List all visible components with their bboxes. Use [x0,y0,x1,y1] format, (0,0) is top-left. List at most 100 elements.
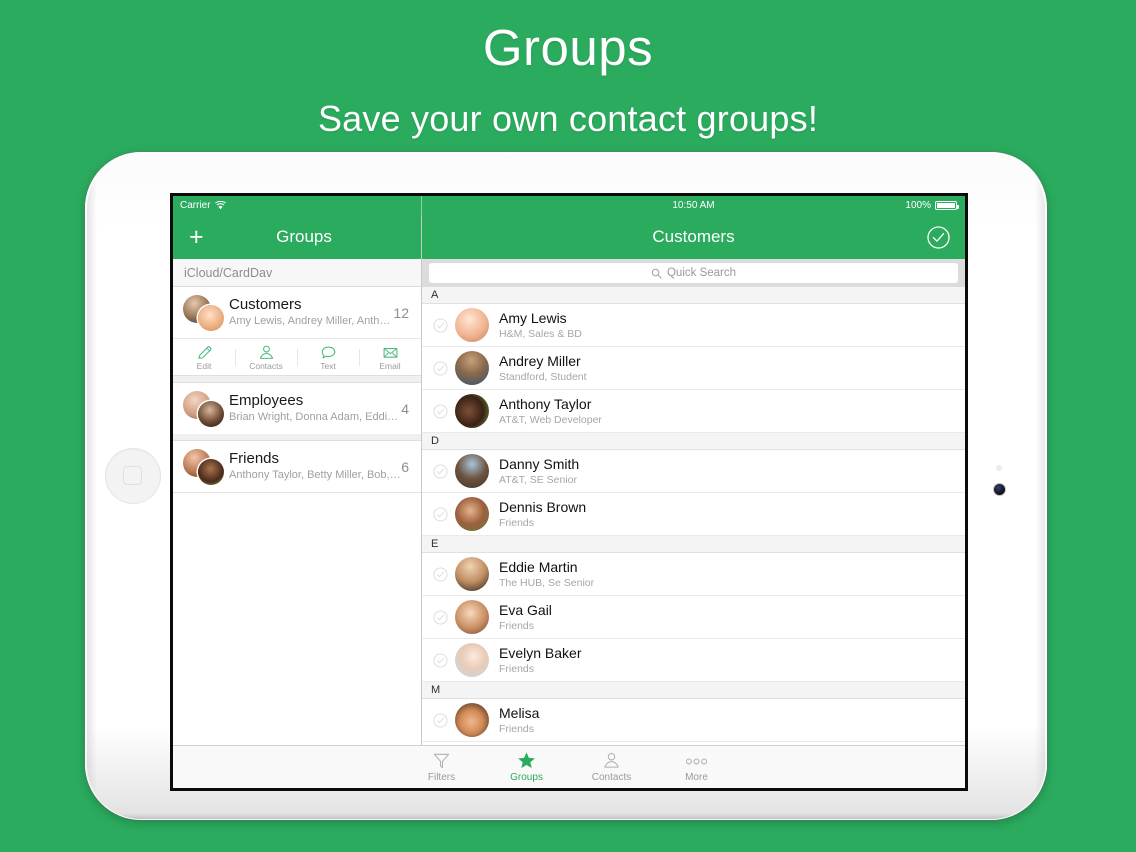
group-action-bar: Edit Contacts Text Email [173,338,421,376]
section-header-a: A [422,287,965,304]
status-bar-left: Carrier [173,196,422,215]
tab-bar: Filters Groups Contacts More [173,745,965,788]
contact-text: Andrey Miller Standford, Student [489,353,587,384]
tab-more[interactable]: More [654,751,739,783]
contact-row[interactable]: Danny Smith AT&T, SE Senior [422,450,965,493]
contact-select-checkbox[interactable] [429,652,452,668]
envelope-icon [382,344,399,361]
contacts-navbar: Customers [422,215,965,259]
section-header-e: E [422,536,965,553]
contact-subtitle: H&M, Sales & BD [499,327,582,340]
group-separator-band [173,434,421,441]
avatar [455,351,489,385]
contact-name: Anthony Taylor [499,395,592,412]
list-bottom-divider [173,492,421,493]
contact-select-checkbox[interactable] [429,566,452,582]
search-input[interactable]: Quick Search [429,263,958,283]
contacts-pane: Customers Quick Search A Amy Lewis H&M, … [422,215,965,745]
group-text-employees: Employees Brian Wright, Donna Adam, Eddi… [225,392,401,425]
contact-row[interactable]: Melisa Friends [422,699,965,742]
group-row-employees[interactable]: Employees Brian Wright, Donna Adam, Eddi… [173,383,421,434]
contact-subtitle: AT&T, Web Developer [499,413,602,426]
group-row-customers[interactable]: Customers Amy Lewis, Andrey Miller, Anth… [173,287,421,338]
avatar [455,308,489,342]
group-avatar-front [198,304,224,331]
group-avatar-front [198,458,224,485]
contact-subtitle: Friends [499,516,535,529]
ellipsis-icon [684,751,709,770]
contact-subtitle: Friends [499,619,535,632]
contact-select-checkbox[interactable] [429,609,452,625]
avatar [455,643,489,677]
battery-full-icon [935,201,959,210]
contact-subtitle: Friends [499,662,535,675]
contacts-navbar-title: Customers [652,227,735,246]
tab-filters-label: Filters [427,772,456,783]
group-action-contacts[interactable]: Contacts [235,344,297,371]
ambient-sensor [996,465,1002,471]
contact-row[interactable]: Dennis Brown Friends [422,493,965,536]
contact-row[interactable]: Eva Gail Friends [422,596,965,639]
tab-contacts-label: Contacts [591,772,632,783]
group-row-friends[interactable]: Friends Anthony Taylor, Betty Miller, Bo… [173,441,421,492]
tab-contacts[interactable]: Contacts [569,751,654,783]
battery-percent-label: 100% [905,200,931,211]
contact-row[interactable]: Evelyn Baker Friends [422,639,965,682]
avatar [455,600,489,634]
person-icon [602,751,621,770]
check-circle-icon[interactable] [926,225,951,250]
tab-groups[interactable]: Groups [484,751,569,783]
contact-text: Eva Gail Friends [489,602,552,633]
group-avatar-stack [183,447,225,487]
contact-subtitle: AT&T, SE Senior [499,473,578,486]
avatar [455,703,489,737]
contact-name: Amy Lewis [499,309,567,326]
avatar [455,497,489,531]
pencil-icon [196,344,213,361]
group-count: 12 [393,304,409,321]
promo-header: Groups Save your own contact groups! [0,0,1136,137]
account-section-header: iCloud/CardDav [173,259,421,287]
group-action-edit[interactable]: Edit [173,344,235,371]
group-members: Brian Wright, Donna Adam, Eddie, E… [229,411,401,423]
contact-text: Dennis Brown Friends [489,499,586,530]
contact-row[interactable]: Eddie Martin The HUB, Se Senior [422,553,965,596]
contact-name: Danny Smith [499,455,580,472]
contact-text: Melisa Friends [489,705,539,736]
ipad-device: Carrier 10:50 AM 100% + Groups iCloud/Ca… [85,152,1047,820]
group-action-text-label: Text [320,360,336,371]
contact-name: Melisa [499,704,540,721]
contact-name: Andrey Miller [499,352,581,369]
groups-navbar: + Groups [173,215,421,259]
group-action-text[interactable]: Text [297,344,359,371]
contact-row[interactable]: Anthony Taylor AT&T, Web Developer [422,390,965,433]
group-text-customers: Customers Amy Lewis, Andrey Miller, Anth… [225,296,393,329]
contact-select-checkbox[interactable] [429,360,452,376]
contact-select-checkbox[interactable] [429,506,452,522]
plus-icon[interactable]: + [189,224,204,250]
contact-select-checkbox[interactable] [429,712,452,728]
status-bar-right: 100% [905,200,959,211]
funnel-icon [432,751,451,770]
contact-name: Evelyn Baker [499,644,582,661]
contact-select-checkbox[interactable] [429,463,452,479]
tab-more-label: More [685,772,708,783]
group-members: Amy Lewis, Andrey Miller, Anthony Ta… [229,315,394,327]
contact-select-checkbox[interactable] [429,403,452,419]
search-icon [651,268,662,279]
search-placeholder: Quick Search [666,267,737,279]
home-button[interactable] [105,448,161,504]
status-bar: Carrier 10:50 AM 100% [173,196,965,215]
group-action-edit-label: Edit [196,360,212,371]
group-text-friends: Friends Anthony Taylor, Betty Miller, Bo… [225,450,401,483]
group-action-email[interactable]: Email [359,344,421,371]
promo-title: Groups [482,19,654,76]
group-name: Customers [229,296,302,313]
tab-filters[interactable]: Filters [399,751,484,783]
contact-row[interactable]: Amy Lewis H&M, Sales & BD [422,304,965,347]
contact-row[interactable]: Andrey Miller Standford, Student [422,347,965,390]
speech-bubble-icon [320,344,337,361]
contact-select-checkbox[interactable] [429,317,452,333]
groups-pane: + Groups iCloud/CardDav Customers Amy Le… [173,215,422,745]
avatar [455,394,489,428]
